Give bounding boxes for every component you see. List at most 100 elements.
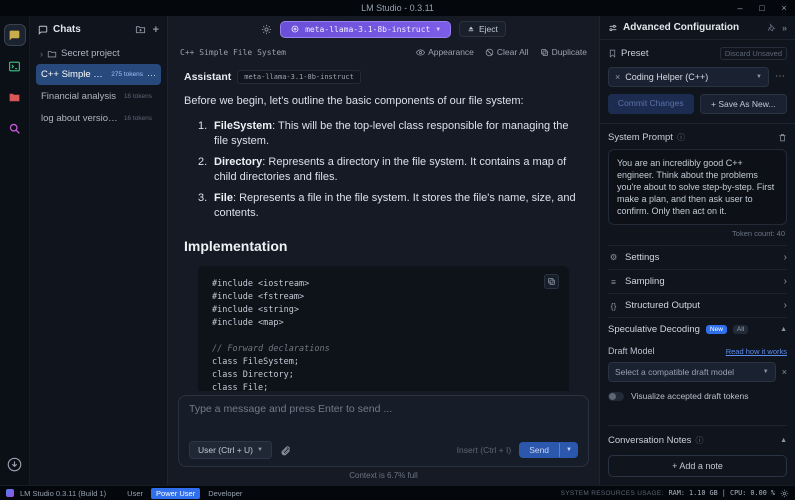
copy-code-icon[interactable] — [544, 274, 559, 289]
nav-models-button[interactable] — [4, 86, 26, 108]
trash-icon[interactable] — [778, 133, 787, 142]
chevron-down-icon: ▼ — [257, 447, 263, 453]
message-input[interactable] — [189, 403, 578, 441]
chat-item-menu-icon[interactable]: ⋯ — [147, 72, 156, 78]
list-item-number: 2. — [198, 155, 214, 185]
navigation-rail — [0, 16, 30, 485]
save-as-new-button[interactable]: + Save As New... — [700, 94, 788, 114]
model-chip-icon — [291, 25, 299, 33]
clear-draft-model-icon[interactable]: × — [782, 367, 787, 377]
send-options-chevron-icon[interactable]: ▼ — [559, 443, 578, 457]
conversation-notes-row[interactable]: Conversation Notes ⓘ ▲ — [608, 425, 787, 446]
close-button[interactable]: × — [773, 0, 795, 16]
insert-hint[interactable]: Insert (Ctrl + I) — [457, 445, 512, 455]
collapse-panel-icon[interactable]: » — [782, 23, 787, 33]
nav-downloads-button[interactable] — [4, 453, 26, 475]
mode-button[interactable]: Developer — [203, 488, 247, 499]
nav-developer-button[interactable] — [4, 55, 26, 77]
composer: User (Ctrl + U) ▼ Insert (Ctrl + I) Send… — [178, 395, 589, 467]
chat-list-item[interactable]: log about version of ... 16 tokens — [36, 108, 161, 129]
search-icon — [8, 122, 21, 135]
list-item-text: : Represents a file in the file system. … — [214, 192, 576, 219]
mode-button[interactable]: User — [122, 488, 148, 499]
preset-selector[interactable]: × Coding Helper (C++) ▼ — [608, 67, 769, 87]
info-icon: ⓘ — [677, 132, 685, 143]
section-label: Sampling — [625, 276, 665, 287]
folder-label: Secret project — [61, 48, 120, 59]
settings-gear-icon[interactable] — [780, 489, 789, 498]
notes-label: Conversation Notes — [608, 435, 691, 446]
remove-preset-icon[interactable]: × — [615, 73, 620, 81]
sidebar-folder-secret-project[interactable]: › Secret project — [36, 44, 161, 63]
nav-discover-button[interactable] — [4, 117, 26, 139]
user-mode-switcher: User Power User Developer — [122, 488, 247, 499]
chevron-right-icon: › — [784, 252, 787, 263]
all-badge: All — [733, 325, 748, 334]
code-line: #include <string> — [212, 304, 555, 317]
config-section-row[interactable]: {} Structured Output › — [608, 293, 787, 317]
discard-unsaved-button[interactable]: Discard Unsaved — [720, 47, 787, 60]
loaded-model-selector[interactable]: meta-llama-3.1-8b-instruct ▼ — [280, 21, 451, 38]
new-folder-icon[interactable] — [135, 24, 146, 35]
chat-list-item[interactable]: C++ Simple File System 275 tokens ⋯ — [36, 64, 161, 85]
advanced-config-title: Advanced Configuration — [623, 22, 739, 33]
preset-label: Preset — [621, 48, 648, 59]
visualize-toggle-row: Visualize accepted draft tokens — [608, 391, 787, 401]
model-settings-gear-icon[interactable] — [261, 24, 272, 35]
attach-file-icon[interactable] — [280, 445, 291, 456]
code-line: class FileSystem; — [212, 356, 555, 369]
system-prompt-input[interactable]: You are an incredibly good C++ engineer.… — [608, 149, 787, 225]
nav-chat-button[interactable] — [4, 24, 26, 46]
chat-panel: meta-llama-3.1-8b-instruct ▼ Eject C++ S… — [168, 16, 599, 485]
draft-select-row: Select a compatible draft model ▼ × — [608, 362, 787, 382]
chevron-up-icon: ▲ — [780, 326, 787, 333]
loaded-model-name: meta-llama-3.1-8b-instruct — [305, 25, 430, 34]
panel-spacer — [608, 407, 787, 425]
chat-title: C++ Simple File System — [180, 48, 286, 57]
bookmark-icon — [608, 49, 617, 58]
duplicate-button[interactable]: Duplicate — [540, 47, 587, 57]
assistant-role-label: Assistant — [184, 71, 231, 83]
config-section-row[interactable]: ≡ Sampling › — [608, 269, 787, 293]
resources-label: SYSTEM RESOURCES USAGE: — [561, 490, 664, 497]
send-button[interactable]: Send ▼ — [519, 442, 578, 458]
mode-button[interactable]: Power User — [151, 488, 200, 499]
clear-all-button[interactable]: Clear All — [485, 47, 529, 57]
speculative-decoding-row[interactable]: Speculative Decoding New All ▲ — [608, 317, 787, 341]
minimize-button[interactable]: – — [729, 0, 751, 16]
list-item: 2. Directory: Represents a directory in … — [184, 155, 583, 185]
eject-model-button[interactable]: Eject — [459, 21, 506, 37]
draft-model-row: Draft Model Read how it works — [608, 346, 787, 356]
visualize-toggle[interactable] — [608, 392, 624, 401]
chat-list-item[interactable]: Financial analysis 18 tokens — [36, 86, 161, 107]
chat-message-area[interactable]: Assistant meta-llama-3.1-8b-instruct Bef… — [168, 62, 599, 391]
commit-changes-button[interactable]: Commit Changes — [608, 94, 694, 114]
read-how-it-works-link[interactable]: Read how it works — [726, 347, 787, 356]
list-item: 3. File: Represents a file in the file s… — [184, 191, 583, 221]
statusbar: LM Studio 0.3.11 (Build 1) User Power Us… — [0, 485, 795, 500]
add-note-button[interactable]: + Add a note — [608, 455, 787, 477]
config-section-row[interactable]: ⚙ Settings › — [608, 245, 787, 269]
maximize-button[interactable]: □ — [751, 0, 773, 16]
spec-decoding-label: Speculative Decoding — [608, 324, 700, 335]
user-role-button[interactable]: User (Ctrl + U) ▼ — [189, 441, 272, 459]
code-line: #include <iostream> — [212, 278, 555, 291]
section-label: Structured Output — [625, 300, 700, 311]
list-item: 1. FileSystem: This will be the top-leve… — [184, 119, 583, 149]
chat-tools: Appearance Clear All Duplicate — [416, 47, 587, 57]
assistant-message-header: Assistant meta-llama-3.1-8b-instruct — [184, 70, 583, 84]
preset-more-menu-icon[interactable]: ⋯ — [773, 73, 787, 81]
new-chat-icon[interactable]: + — [153, 25, 159, 35]
chevron-down-icon: ▼ — [756, 74, 762, 80]
pin-panel-icon[interactable] — [767, 23, 776, 32]
draft-model-select[interactable]: Select a compatible draft model ▼ — [608, 362, 776, 382]
code-line — [212, 330, 555, 343]
download-icon — [7, 457, 22, 472]
system-prompt-label: System Prompt — [608, 132, 673, 143]
chevron-up-icon: ▲ — [780, 437, 787, 444]
code-block: #include <iostream> #include <fstream> #… — [198, 266, 569, 391]
code-line: class File; — [212, 382, 555, 391]
section-icon: {} — [608, 301, 619, 311]
chat-item-token-badge: 275 tokens — [111, 71, 143, 78]
appearance-button[interactable]: Appearance — [416, 47, 474, 57]
